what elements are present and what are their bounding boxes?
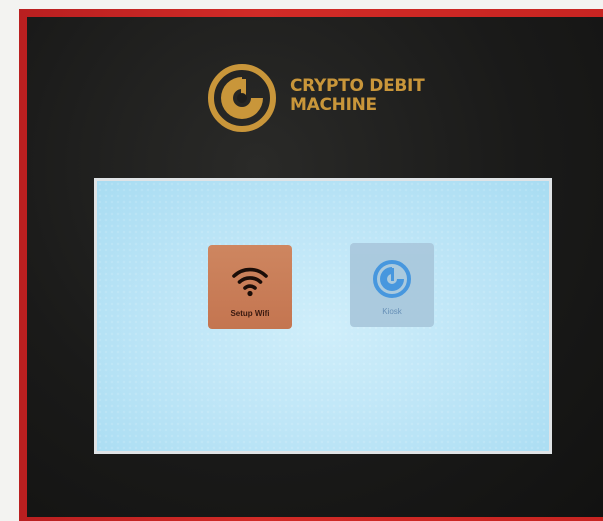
setup-wifi-button[interactable]: Setup Wifi — [208, 245, 292, 329]
brand-name-line-2: MACHINE — [290, 95, 377, 115]
brand-header: CRYPTO DEBIT MACHINE — [207, 63, 447, 133]
brand-name: CRYPTO DEBIT MACHINE — [290, 76, 425, 115]
crypto-debit-logo-icon — [208, 64, 276, 132]
touch-screen: Setup Wifi Kiosk — [97, 181, 549, 451]
kiosk-label: Kiosk — [382, 307, 402, 316]
wifi-icon — [232, 267, 268, 297]
setup-wifi-label: Setup Wifi — [230, 309, 270, 318]
kiosk-button[interactable]: Kiosk — [350, 243, 434, 327]
brand-name-line-1: CRYPTO DEBIT — [290, 76, 425, 96]
kiosk-logo-icon — [373, 260, 411, 298]
